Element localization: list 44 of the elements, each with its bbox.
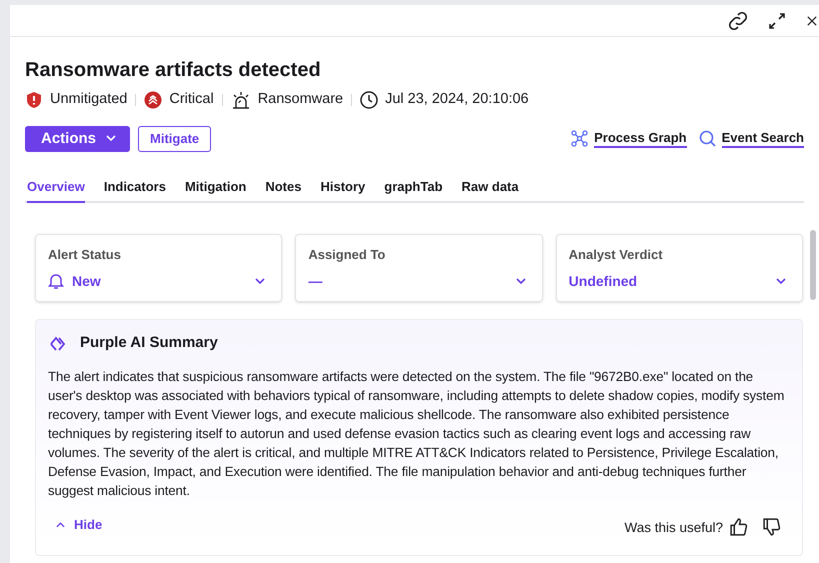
summary-text: The alert indicates that suspicious ransomware artifacts were detected on the system. The file "9672B0.exe" located on the user's desktop was associated with behaviors typical of ransomware, including attempts to delete shadow copies, modify system recovery, tamper with Event Viewer logs, and execute malicious shellcode. The ransomware also exhibited persistence techniques by registering itself to autorun and used defense evasion tactics such as clearing event logs and accessing raw volumes. The severity of the alert is critical, and multiple MITRE ATT&CK Indicators related to Persistence, Privilege Escalation, Defense Evasion, Impact, and Execution were identified. The file manipulation behavior and anti-debug techniques further suggest malicious intent. (48, 368, 786, 500)
actions-button[interactable]: Actions (25, 126, 130, 152)
thumbs-up-icon[interactable] (729, 516, 749, 537)
dropdown[interactable]: — (308, 270, 530, 292)
tab[interactable]: Indicators (104, 176, 166, 204)
alert-title: Ransomware artifacts detected (25, 58, 322, 83)
alert-attribute: Ransomware (258, 90, 344, 109)
feedback-prompt: Was this useful? (624, 518, 723, 537)
tab[interactable]: Raw data (462, 176, 519, 204)
summary-title: Purple AI Summary (80, 333, 218, 354)
tab[interactable]: Mitigation (184, 176, 246, 204)
hide-button[interactable]: Hide (56, 515, 102, 535)
close-icon[interactable] (807, 14, 817, 26)
chevron-up-icon (56, 522, 65, 528)
shield-icon (25, 90, 43, 109)
tab[interactable]: History (320, 176, 366, 204)
link[interactable]: Process Graph (594, 129, 687, 148)
chevron-down-icon (516, 278, 526, 285)
bell-icon (48, 273, 64, 290)
dropdown[interactable]: New (48, 270, 270, 292)
chevron-down-icon (106, 135, 116, 142)
tab[interactable]: Overview (27, 176, 85, 204)
alert-attribute: Critical (169, 90, 214, 109)
chevron-down-icon (255, 278, 266, 285)
search-icon (698, 130, 716, 148)
graph-icon (571, 130, 588, 148)
chevron-down-icon (776, 278, 786, 285)
severity-icon (144, 90, 162, 109)
dropdown[interactable]: Undefined (568, 270, 790, 292)
siren-icon (230, 90, 251, 109)
field-label: Alert Status (48, 246, 122, 264)
tab[interactable]: Notes (265, 176, 302, 204)
alert-attribute: Unmitigated (50, 90, 128, 109)
clock-icon (360, 90, 378, 109)
thumbs-down-icon[interactable] (762, 516, 782, 537)
link[interactable]: Event Search (722, 129, 804, 148)
scrollbar[interactable] (810, 230, 816, 300)
timestamp: Jul 23, 2024, 20:10:06 (385, 90, 529, 109)
link-icon[interactable] (729, 12, 747, 30)
mitigate-button[interactable]: Mitigate (138, 126, 212, 152)
tab[interactable]: graphTab (384, 176, 443, 204)
expand-icon[interactable] (769, 12, 785, 28)
field-label: Assigned To (308, 246, 386, 264)
field-label: Analyst Verdict (568, 246, 664, 264)
